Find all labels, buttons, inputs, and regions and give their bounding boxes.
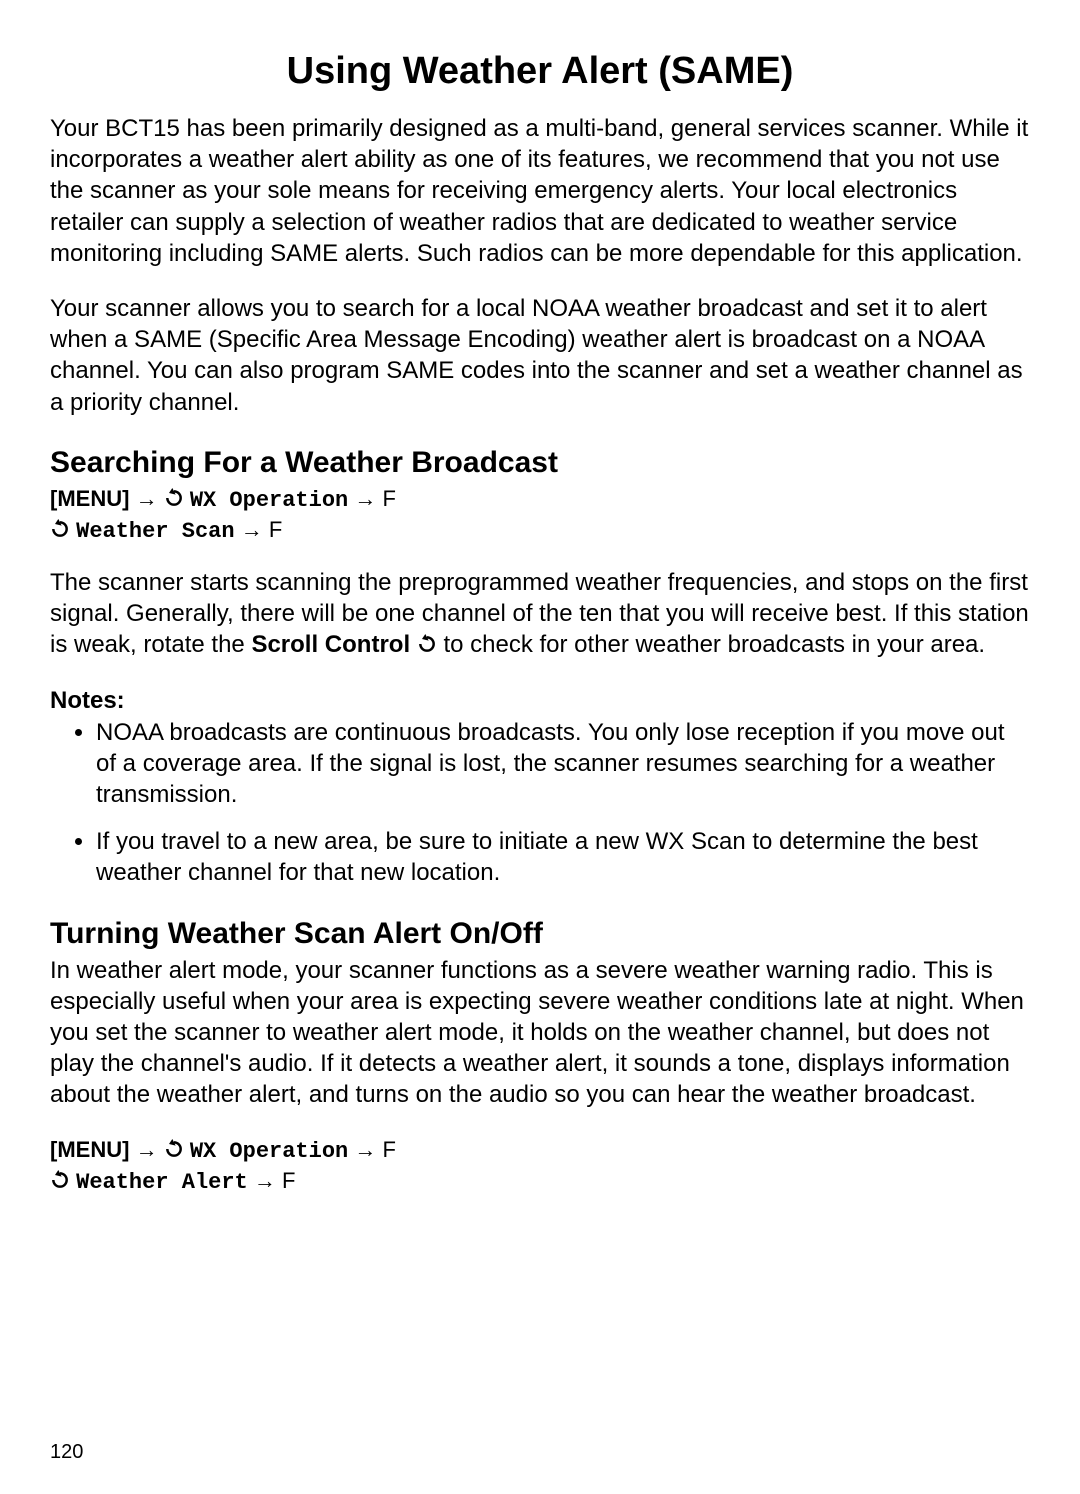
menu-key: [MENU]: [50, 486, 129, 511]
f-key: F: [282, 1168, 295, 1193]
menu-step-1: WX Operation: [190, 1139, 348, 1164]
menu-step-2: Weather Alert: [76, 1170, 248, 1195]
arrow-icon: →: [354, 486, 382, 511]
page-title: Using Weather Alert (SAME): [50, 50, 1030, 93]
arrow-icon: →: [241, 517, 269, 542]
menu-path-search: [MENU] → WX Operation → F Weather Scan →…: [50, 484, 1030, 547]
section1-paragraph: The scanner starts scanning the preprogr…: [50, 567, 1030, 663]
scroll-icon: [50, 517, 70, 547]
notes-list: NOAA broadcasts are continuous broadcast…: [50, 717, 1030, 889]
f-key: F: [383, 486, 396, 511]
note-item: NOAA broadcasts are continuous broadcast…: [96, 717, 1030, 811]
section-heading-alert: Turning Weather Scan Alert On/Off: [50, 917, 1030, 951]
intro-paragraph-2: Your scanner allows you to search for a …: [50, 293, 1030, 418]
scroll-control-label: Scroll Control: [251, 631, 410, 658]
menu-step-1: WX Operation: [190, 488, 348, 513]
text-post: to check for other weather broadcasts in…: [437, 631, 985, 658]
menu-path-alert: [MENU] → WX Operation → F Weather Alert …: [50, 1135, 1030, 1198]
scroll-icon: [50, 1168, 70, 1198]
intro-paragraph-1: Your BCT15 has been primarily designed a…: [50, 113, 1030, 269]
menu-key: [MENU]: [50, 1137, 129, 1162]
scroll-icon: [164, 486, 184, 516]
arrow-icon: →: [136, 1137, 164, 1162]
section-heading-search: Searching For a Weather Broadcast: [50, 446, 1030, 480]
section2-paragraph: In weather alert mode, your scanner func…: [50, 955, 1030, 1111]
notes-label: Notes:: [50, 687, 1030, 715]
arrow-icon: →: [136, 486, 164, 511]
arrow-icon: →: [354, 1137, 382, 1162]
page-number: 120: [50, 1441, 83, 1464]
scroll-icon: [164, 1137, 184, 1167]
f-key: F: [269, 517, 282, 542]
arrow-icon: →: [254, 1168, 282, 1193]
note-item: If you travel to a new area, be sure to …: [96, 826, 1030, 888]
menu-step-2: Weather Scan: [76, 519, 234, 544]
f-key: F: [383, 1137, 396, 1162]
scroll-icon: [417, 631, 437, 662]
